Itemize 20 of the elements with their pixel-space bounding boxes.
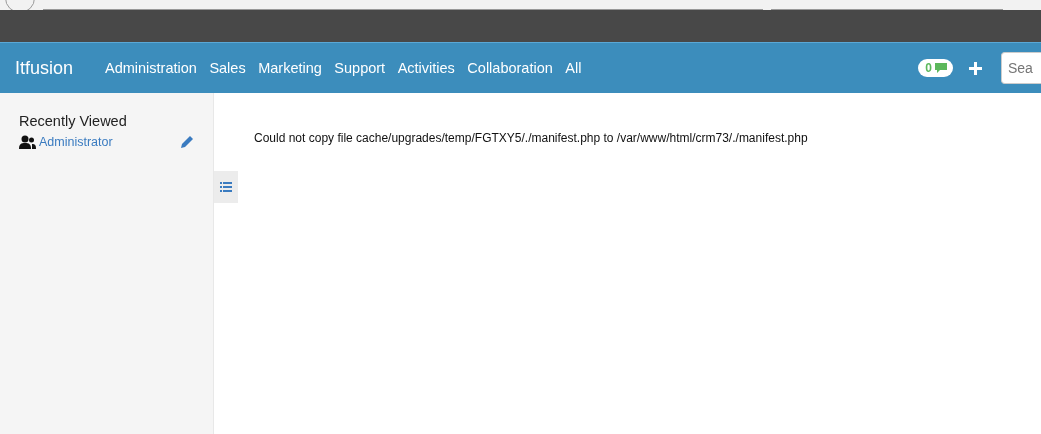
brand-link[interactable]: Itfusion [15, 57, 105, 79]
search-field[interactable]: Sea [1001, 52, 1041, 84]
recent-item-link[interactable]: Administrator [39, 135, 113, 149]
plus-icon [969, 61, 982, 75]
sidebar-title: Recently Viewed [19, 113, 128, 129]
notifications-button[interactable]: 0 [918, 59, 953, 77]
nav-menu-link[interactable]: Support [334, 60, 386, 76]
list-icon [220, 182, 232, 192]
nav-menu-link[interactable]: Sales [209, 60, 246, 76]
chat-bubble-icon [934, 62, 948, 74]
nav-menu-link[interactable]: All [565, 60, 582, 76]
users-icon [19, 135, 36, 149]
sidebar-toggle-button[interactable] [214, 171, 238, 203]
nav-menu-link[interactable]: Administration [105, 60, 197, 76]
nav-menu-link[interactable]: Activities [397, 60, 455, 76]
add-button[interactable] [969, 61, 982, 75]
nav-menu-link[interactable]: Collaboration [467, 60, 553, 76]
error-message: Could not copy file cache/upgrades/temp/FGTXY5/./manifest.php to /var/www/html/crm73/./manifest.php [254, 131, 809, 145]
nav-menu-link[interactable]: Marketing [258, 60, 322, 76]
pencil-icon[interactable] [180, 135, 194, 149]
